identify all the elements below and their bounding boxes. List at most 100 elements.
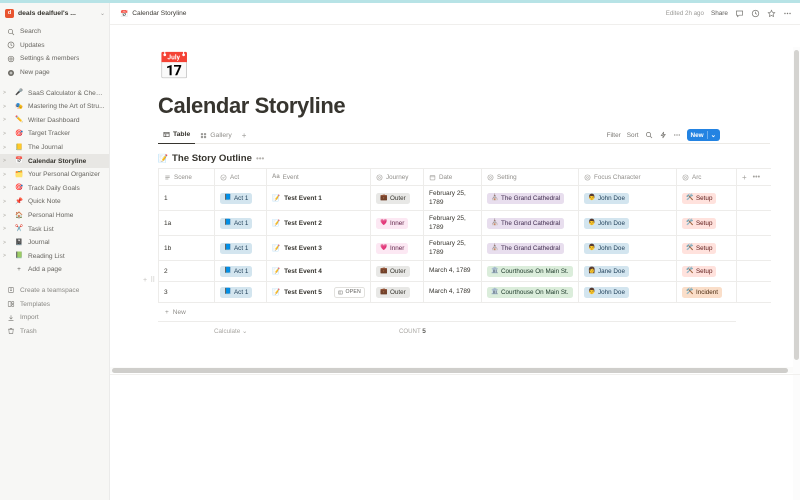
chevron-right-icon[interactable]: > <box>3 104 10 110</box>
chevron-right-icon[interactable]: > <box>3 253 10 259</box>
add-column-button[interactable]: + <box>742 173 747 182</box>
cell-scene[interactable]: 3 <box>158 281 215 303</box>
lightning-icon[interactable] <box>659 131 667 139</box>
history-icon[interactable] <box>751 9 760 18</box>
page-scroll-area[interactable]: 📅 Calendar Storyline Table Gallery + Fil… <box>110 25 800 500</box>
sidebar-item-trash[interactable]: Trash <box>0 324 109 338</box>
cell-arc[interactable]: 🛠️ Setup <box>676 235 737 261</box>
sidebar-item-create-teamspace[interactable]: Create a teamspace <box>0 284 109 298</box>
column-header-setting[interactable]: Setting <box>481 168 579 186</box>
cell-setting[interactable]: ⛪ The Grand Cathedral <box>481 235 579 261</box>
open-record-button[interactable]: OPEN <box>334 286 365 298</box>
share-button[interactable]: Share <box>711 10 728 17</box>
sidebar-add-page-button[interactable]: + Add a page <box>0 263 109 277</box>
chevron-down-icon[interactable]: ⌄ <box>711 131 716 139</box>
vertical-scrollbar-thumb[interactable] <box>794 50 799 360</box>
workspace-caret-icon[interactable]: ⌄ <box>100 10 105 17</box>
cell-setting[interactable]: ⛪ The Grand Cathedral <box>481 185 579 211</box>
chevron-right-icon[interactable]: > <box>3 185 10 191</box>
cell-date[interactable]: February 25, 1789 <box>423 185 482 211</box>
star-icon[interactable] <box>767 9 776 18</box>
sidebar-page-track-daily-goals[interactable]: > 🎯 Track Daily Goals <box>0 182 109 196</box>
sidebar-item-import[interactable]: Import <box>0 311 109 325</box>
cell-character[interactable]: 👨 John Doe <box>578 185 677 211</box>
new-row-button[interactable]: + New <box>158 303 736 322</box>
cell-character[interactable]: 👨 John Doe <box>578 210 677 236</box>
table-row[interactable]: 1a 📘 Act 1 📝 Test Event 2 💗 Inner February … <box>158 210 771 236</box>
drag-handle-icon[interactable]: ⠿ <box>150 276 155 284</box>
comment-icon[interactable] <box>735 9 744 18</box>
column-header-date[interactable]: Date <box>423 168 482 186</box>
sidebar-page-target-tracker[interactable]: > 🎯 Target Tracker <box>0 127 109 141</box>
cell-act[interactable]: 📘 Act 1 <box>214 235 267 261</box>
cell-character[interactable]: 👨 John Doe <box>578 281 677 303</box>
chevron-right-icon[interactable]: > <box>3 158 10 164</box>
cell-journey[interactable]: 💼 Outer <box>370 260 424 282</box>
cell-arc[interactable]: 🛠️ Incident <box>676 281 737 303</box>
chevron-right-icon[interactable]: > <box>3 240 10 246</box>
cell-act[interactable]: 📘 Act 1 <box>214 210 267 236</box>
sidebar-page-writer-dashboard[interactable]: > ✏️ Writer Dashboard <box>0 114 109 128</box>
sidebar-item-templates[interactable]: Templates <box>0 297 109 311</box>
table-row[interactable]: 2 📘 Act 1 📝 Test Event 4 💼 Outer March 4, 1… <box>158 260 771 282</box>
sidebar-item-search[interactable]: Search <box>0 25 109 39</box>
cell-act[interactable]: 📘 Act 1 <box>214 281 267 303</box>
cell-journey[interactable]: 💗 Inner <box>370 210 424 236</box>
chevron-right-icon[interactable]: > <box>3 226 10 232</box>
cell-event[interactable]: 📝 Test Event 3 <box>266 235 371 261</box>
cell-journey[interactable]: 💼 Outer <box>370 185 424 211</box>
horizontal-scrollbar-thumb[interactable] <box>112 368 788 373</box>
chevron-right-icon[interactable]: > <box>3 199 10 205</box>
cell-character[interactable]: 👩 Jane Doe <box>578 260 677 282</box>
sidebar-page-mastering-art[interactable]: > 🎭 Mastering the Art of Stru... <box>0 100 109 114</box>
chevron-right-icon[interactable]: > <box>3 131 10 137</box>
cell-scene[interactable]: 1b <box>158 235 215 261</box>
add-row-icon[interactable]: + <box>143 277 147 284</box>
chevron-right-icon[interactable]: > <box>3 172 10 178</box>
chevron-right-icon[interactable]: > <box>3 90 10 96</box>
sidebar-page-the-journal[interactable]: > 📒 The Journal <box>0 141 109 155</box>
cell-event[interactable]: 📝 Test Event 5 OPEN <box>266 281 371 303</box>
sidebar-page-journal[interactable]: > 📓 Journal <box>0 236 109 250</box>
sidebar-page-personal-home[interactable]: > 🏠 Personal Home <box>0 209 109 223</box>
new-record-button[interactable]: New ⌄ <box>686 129 720 141</box>
sidebar-page-saas-calculator[interactable]: > 🎤 SaaS Calculator & Cheat ... <box>0 86 109 100</box>
sidebar-item-settings[interactable]: Settings & members <box>0 52 109 66</box>
cell-arc[interactable]: 🛠️ Setup <box>676 185 737 211</box>
cell-event[interactable]: 📝 Test Event 2 <box>266 210 371 236</box>
cell-act[interactable]: 📘 Act 1 <box>214 185 267 211</box>
cell-date[interactable]: February 25, 1789 <box>423 235 482 261</box>
column-header-journey[interactable]: Journey <box>370 168 424 186</box>
column-options-icon[interactable]: ••• <box>753 174 760 181</box>
cell-journey[interactable]: 💗 Inner <box>370 235 424 261</box>
cell-date[interactable]: March 4, 1789 <box>423 281 482 303</box>
chevron-right-icon[interactable]: > <box>3 117 10 123</box>
count-summary[interactable]: COUNT 5 <box>399 328 426 335</box>
cell-journey[interactable]: 💼 Outer <box>370 281 424 303</box>
chevron-right-icon[interactable]: > <box>3 145 10 151</box>
table-row[interactable]: 1 📘 Act 1 📝 Test Event 1 💼 Outer February 2… <box>158 185 771 211</box>
column-header-scene[interactable]: Scene <box>158 168 215 186</box>
column-header-act[interactable]: Act <box>214 168 267 186</box>
sidebar-page-reading-list[interactable]: > 📗 Reading List <box>0 250 109 264</box>
cell-date[interactable]: February 25, 1789 <box>423 210 482 236</box>
more-horizontal-icon[interactable] <box>783 9 792 18</box>
cell-date[interactable]: March 4, 1789 <box>423 260 482 282</box>
filter-button[interactable]: Filter <box>607 132 621 139</box>
breadcrumb[interactable]: 📅 Calendar Storyline <box>120 10 186 18</box>
page-title[interactable]: Calendar Storyline <box>158 93 800 119</box>
add-view-button[interactable]: + <box>237 131 252 140</box>
more-horizontal-icon[interactable] <box>673 131 681 139</box>
row-drag-handle-group[interactable]: + ⠿ <box>143 276 155 285</box>
database-title[interactable]: The Story Outline <box>172 153 252 164</box>
chevron-right-icon[interactable]: > <box>3 213 10 219</box>
sort-button[interactable]: Sort <box>627 132 639 139</box>
database-more-icon[interactable]: ••• <box>256 154 264 163</box>
cell-setting[interactable]: 🏛️ Courthouse On Main St. <box>481 281 579 303</box>
calculate-button[interactable]: Calculate ⌄ <box>214 328 314 335</box>
column-header-arc[interactable]: Arc <box>676 168 737 186</box>
cell-event[interactable]: 📝 Test Event 4 <box>266 260 371 282</box>
workspace-switcher[interactable]: d deals dealfuel's ... ⌄ <box>0 5 109 21</box>
tab-table[interactable]: Table <box>158 127 196 144</box>
tab-gallery[interactable]: Gallery <box>195 127 237 144</box>
